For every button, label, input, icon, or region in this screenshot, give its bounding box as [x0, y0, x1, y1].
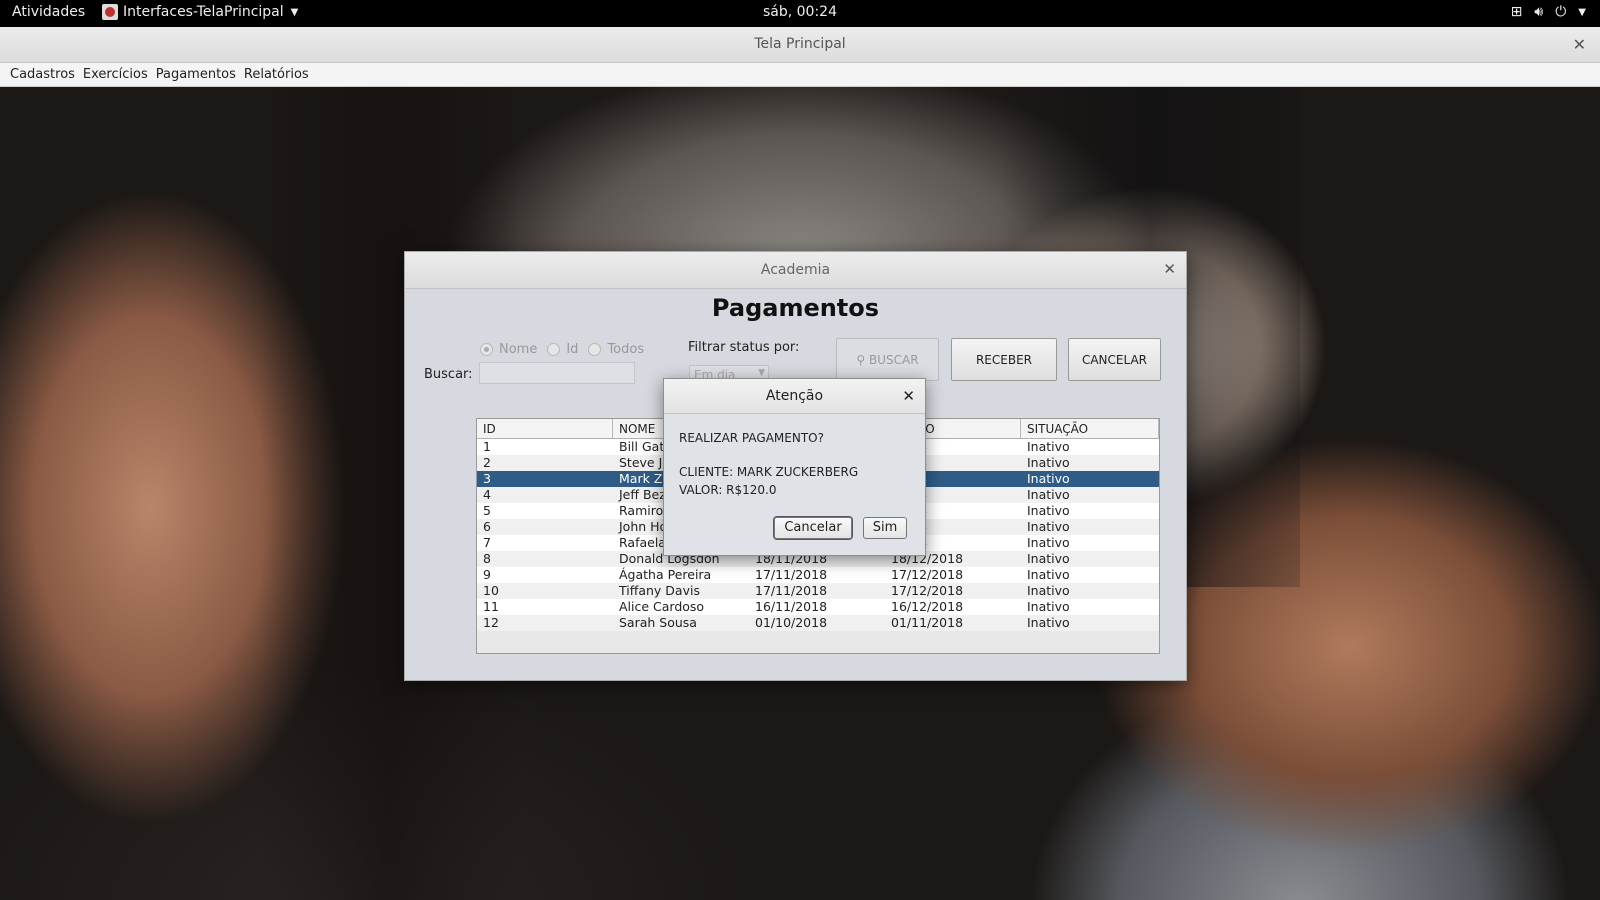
table-row[interactable]: 10 Tiffany Davis 17/11/2018 17/12/2018 Inati…	[477, 583, 1159, 599]
cell-situacao: Inativo	[1027, 567, 1070, 582]
radio-todos[interactable]: Todos	[588, 342, 644, 357]
chevron-down-icon: ▼	[290, 6, 299, 18]
close-icon[interactable]: ✕	[1163, 260, 1176, 278]
confirm-question: REALIZAR PAGAMENTO?	[679, 431, 824, 445]
window-title: Tela Principal	[754, 36, 846, 52]
confirm-titlebar: Atenção ✕	[664, 379, 925, 414]
radio-label: Id	[566, 342, 579, 357]
receber-button[interactable]: RECEBER	[951, 338, 1057, 381]
network-icon: ⊞	[1510, 4, 1523, 20]
chevron-down-icon: ▼	[1578, 6, 1586, 18]
cell-id: 3	[483, 471, 491, 486]
confirm-cliente: CLIENTE: MARK ZUCKERBERG	[679, 465, 859, 479]
cell-vencimento: 17/12/2018	[891, 583, 964, 598]
menu-relatorios[interactable]: Relatórios	[240, 63, 313, 86]
close-icon[interactable]: ✕	[1573, 35, 1586, 54]
search-input[interactable]	[479, 362, 635, 384]
search-icon: ⚲	[856, 353, 866, 367]
app-menu[interactable]: Interfaces-TelaPrincipal ▼	[102, 4, 298, 20]
app-menu-label: Interfaces-TelaPrincipal	[123, 4, 284, 20]
table-row[interactable]: 9 Ágatha Pereira 17/11/2018 17/12/2018 Inati…	[477, 567, 1159, 583]
cell-nome: Tiffany Davis	[619, 583, 700, 598]
cell-id: 2	[483, 455, 491, 470]
buscar-button-label: BUSCAR	[869, 353, 919, 367]
cell-data: 17/11/2018	[755, 583, 828, 598]
confirm-title: Atenção	[765, 388, 824, 404]
radio-dot-icon	[480, 343, 493, 356]
cell-id: 7	[483, 535, 491, 550]
cell-data: 01/10/2018	[755, 615, 828, 630]
java-app-icon	[102, 4, 118, 20]
cell-id: 11	[483, 599, 499, 614]
radio-dot-icon	[547, 343, 561, 356]
cell-situacao: Inativo	[1027, 471, 1070, 486]
cell-situacao: Inativo	[1027, 519, 1070, 534]
menu-bar: Cadastros Exercícios Pagamentos Relatóri…	[0, 63, 1600, 87]
cell-id: 1	[483, 439, 491, 454]
column-header-situacao[interactable]: SITUAÇÃO	[1021, 419, 1159, 438]
cell-id: 4	[483, 487, 491, 502]
volume-icon: 🔊︎	[1534, 4, 1544, 20]
cell-situacao: Inativo	[1027, 615, 1070, 630]
radio-label: Nome	[499, 342, 538, 357]
buscar-label: Buscar:	[424, 367, 473, 382]
cell-situacao: Inativo	[1027, 503, 1070, 518]
cell-situacao: Inativo	[1027, 455, 1070, 470]
cell-id: 9	[483, 567, 491, 582]
dialog-title: Academia	[760, 262, 831, 278]
cell-nome: Sarah Sousa	[619, 615, 697, 630]
clock[interactable]: sáb, 00:24	[763, 4, 837, 20]
column-header-id[interactable]: ID	[477, 419, 613, 438]
cell-situacao: Inativo	[1027, 583, 1070, 598]
cell-id: 6	[483, 519, 491, 534]
window-titlebar: Tela Principal ✕	[0, 27, 1600, 63]
confirm-valor: VALOR: R$120.0	[679, 483, 777, 497]
cell-situacao: Inativo	[1027, 599, 1070, 614]
table-row[interactable]: 12 Sarah Sousa 01/10/2018 01/11/2018 Inativo	[477, 615, 1159, 631]
system-tray[interactable]: ⊞ 🔊︎ ⏻ ▼	[1511, 4, 1586, 20]
buscar-button[interactable]: ⚲ BUSCAR	[836, 338, 939, 381]
cell-situacao: Inativo	[1027, 487, 1070, 502]
table-row[interactable]: 11 Alice Cardoso 16/11/2018 16/12/2018 Inati…	[477, 599, 1159, 615]
page-title: Pagamentos	[711, 294, 880, 322]
dialog-titlebar: Academia ✕	[405, 252, 1186, 289]
menu-cadastros[interactable]: Cadastros	[6, 63, 79, 86]
radio-dot-icon	[588, 343, 602, 356]
cell-situacao: Inativo	[1027, 551, 1070, 566]
search-mode-radios: Nome Id Todos	[480, 342, 648, 357]
cell-vencimento: 01/11/2018	[891, 615, 964, 630]
sim-button[interactable]: Sim	[863, 517, 907, 539]
cell-vencimento: 17/12/2018	[891, 567, 964, 582]
power-icon: ⏻	[1555, 4, 1567, 20]
cell-situacao: Inativo	[1027, 535, 1070, 550]
cell-data: 17/11/2018	[755, 567, 828, 582]
cancel-button[interactable]: Cancelar	[774, 517, 852, 539]
cell-data: 16/11/2018	[755, 599, 828, 614]
confirm-dialog: Atenção ✕ REALIZAR PAGAMENTO? CLIENTE: M…	[663, 378, 926, 556]
cell-nome: Ágatha Pereira	[619, 567, 712, 582]
radio-label: Todos	[607, 342, 645, 357]
top-bar: Atividades Interfaces-TelaPrincipal ▼ sá…	[0, 0, 1600, 27]
chevron-down-icon: ▼	[758, 368, 765, 378]
cell-nome: Alice Cardoso	[619, 599, 705, 614]
cell-id: 10	[483, 583, 499, 598]
cell-id: 5	[483, 503, 491, 518]
cell-id: 12	[483, 615, 499, 630]
menu-pagamentos[interactable]: Pagamentos	[152, 63, 240, 86]
menu-exercicios[interactable]: Exercícios	[79, 63, 152, 86]
close-icon[interactable]: ✕	[902, 387, 915, 405]
activities-button[interactable]: Atividades	[12, 4, 85, 20]
cell-vencimento: 16/12/2018	[891, 599, 964, 614]
cell-situacao: Inativo	[1027, 439, 1070, 454]
filtrar-status-label: Filtrar status por:	[688, 340, 800, 355]
radio-id[interactable]: Id	[547, 342, 578, 357]
cancelar-button[interactable]: CANCELAR	[1068, 338, 1161, 381]
radio-nome[interactable]: Nome	[480, 342, 537, 357]
cell-id: 8	[483, 551, 491, 566]
